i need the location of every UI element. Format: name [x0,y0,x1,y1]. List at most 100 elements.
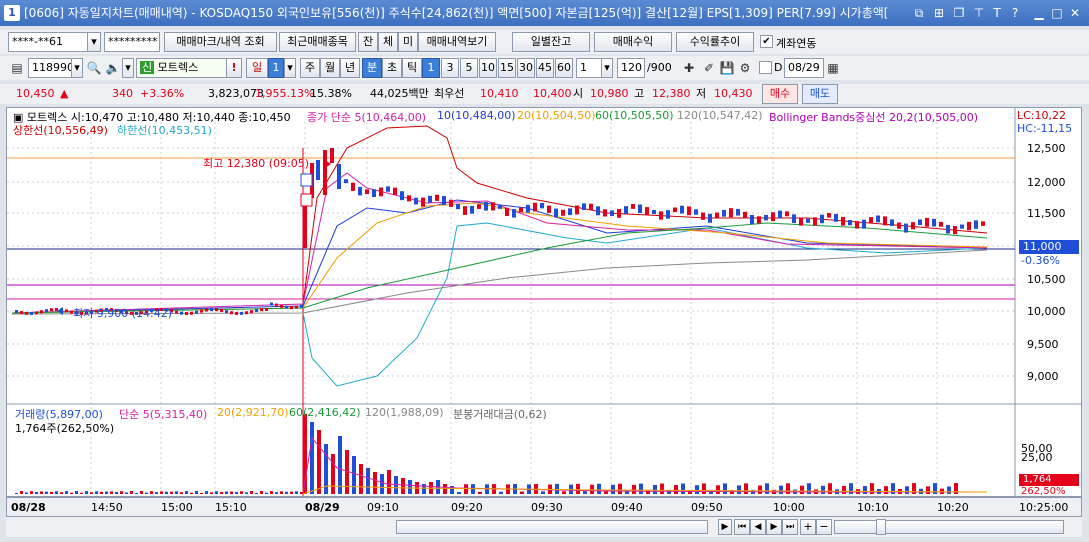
copy-icon[interactable]: ❐ [950,4,968,22]
recent-trade-button[interactable]: 최근매매종목 [279,32,356,52]
scroll-bar[interactable]: ▶ ⏮ ◀ ▶ ⏭ + − [6,517,1082,537]
buy-button[interactable]: 매수 [762,84,798,104]
interval-dropdown-icon[interactable]: ▾ [601,58,613,78]
return-trend-button[interactable]: 수익률추이 [676,32,754,52]
interval-15[interactable]: 15 [498,58,516,78]
save-icon[interactable]: 💾 [718,59,736,77]
up-arrow-icon: ▲ [60,87,69,100]
executed-button[interactable]: 체 [378,32,398,52]
scroll-right-icon[interactable]: ▶ [718,519,732,535]
period-second-tab[interactable]: 초 [382,58,402,78]
volume-bar [25,492,28,494]
period-tick-tab[interactable]: 틱 [402,58,422,78]
search-icon[interactable]: 🔍 [85,59,103,77]
volume-bar [40,491,43,494]
period-day-tab[interactable]: 일 [246,58,268,78]
crosshair-icon[interactable]: ✚ [680,59,698,77]
candle [379,187,383,197]
date-input[interactable]: 08/29 [784,58,824,78]
daily-balance-button[interactable]: 일별잔고 [512,32,590,52]
candle [589,203,593,210]
alert-button[interactable]: ! [226,58,242,78]
candle [200,309,203,313]
candle [235,311,238,315]
minimize-icon[interactable]: ▁ [1030,4,1048,22]
hc-label: HC:-11,15 [1017,122,1073,135]
period-month-tab[interactable]: 월 [320,58,340,78]
trade-mark-button[interactable]: 매매마크/내역 조회 [164,32,277,52]
interval-10[interactable]: 10 [479,58,497,78]
candle [708,213,712,223]
volume-bar [842,485,846,494]
volume-bar [317,430,321,494]
trade-profit-button[interactable]: 매매수익 [594,32,672,52]
interval-5[interactable]: 5 [460,58,478,78]
zoom-track[interactable] [834,520,1064,534]
interval-60[interactable]: 60 [555,58,573,78]
candle [491,202,495,211]
candle [290,305,293,309]
maximize-icon[interactable]: □ [1048,4,1066,22]
calendar-icon[interactable]: ▦ [824,59,842,77]
time-axis-label: 09:50 [691,501,723,514]
zoom-out-icon[interactable]: − [816,519,832,535]
close-icon[interactable]: ✕ [1066,4,1084,22]
period-num[interactable]: 1 [268,58,284,78]
pin-icon[interactable]: ⊤ [970,4,988,22]
sound-icon[interactable]: 🔈 [104,59,122,77]
unfilled-button[interactable]: 미 [398,32,418,52]
zoom-in-icon[interactable]: + [800,519,816,535]
ask-price: 10,410 [480,87,519,100]
scroll-thumb[interactable] [396,520,708,534]
period-week-tab[interactable]: 주 [300,58,320,78]
volume-bar [45,491,48,494]
stock-code-input[interactable]: 118990 [28,58,72,78]
account-number[interactable]: ****-**61 [8,32,88,52]
turnover: 15.38% [310,87,352,100]
interval-3[interactable]: 3 [441,58,459,78]
link-icon[interactable]: ⧉ [910,4,928,22]
next-icon[interactable]: ▶ [766,519,782,535]
count-input[interactable]: 120 [617,58,645,78]
account-password[interactable]: ********* [104,32,160,52]
interval-30[interactable]: 30 [517,58,535,78]
interval-input[interactable]: 1 [576,58,602,78]
view-trades-button[interactable]: 매매내역보기 [418,32,496,52]
zoom-slider[interactable] [876,519,886,535]
candle [250,310,253,314]
candle [45,309,48,313]
volume-bar [737,485,741,494]
interval-45[interactable]: 45 [536,58,554,78]
draw-tool-icon[interactable]: ✐ [700,59,718,77]
sound-dropdown-icon[interactable]: ▾ [122,58,134,78]
text-icon[interactable]: T [988,4,1006,22]
period-minute-tab[interactable]: 분 [362,58,382,78]
volume-bar [275,492,278,494]
sell-button[interactable]: 매도 [802,84,838,104]
code-dropdown-icon[interactable]: ▾ [71,58,83,78]
first-icon[interactable]: ⏮ [734,519,750,535]
chart-area[interactable]: ▣ 모트렉스 시:10,470 고:10,480 저:10,440 종:10,4… [6,107,1082,497]
account-row: ****-**61 ▾ ********* 매매마크/내역 조회 최근매매종목 … [0,30,1089,54]
candle [225,310,228,314]
period-year-tab[interactable]: 년 [340,58,360,78]
balance-button[interactable]: 잔 [358,32,378,52]
tile-icon[interactable]: ⊞ [930,4,948,22]
help-icon[interactable]: ? [1006,4,1024,22]
volume-bar [443,484,447,494]
stock-name[interactable]: 신 모트렉스 [136,58,230,78]
account-link-checkbox[interactable]: ✔ [760,35,773,48]
prev-icon[interactable]: ◀ [750,519,766,535]
settings-icon[interactable]: ⚙ [736,59,754,77]
interval-1[interactable]: 1 [422,58,440,78]
time-axis-label: 09:20 [451,501,483,514]
period-dropdown-icon[interactable]: ▾ [284,58,296,78]
date-checkbox[interactable] [759,61,772,74]
volume-bar [359,464,363,494]
layout-icon[interactable]: ▤ [8,59,26,77]
volume-bar [190,492,193,494]
volume-bar [660,483,664,494]
candle [778,210,782,219]
last-icon[interactable]: ⏭ [782,519,798,535]
account-dropdown-icon[interactable]: ▾ [87,32,101,52]
